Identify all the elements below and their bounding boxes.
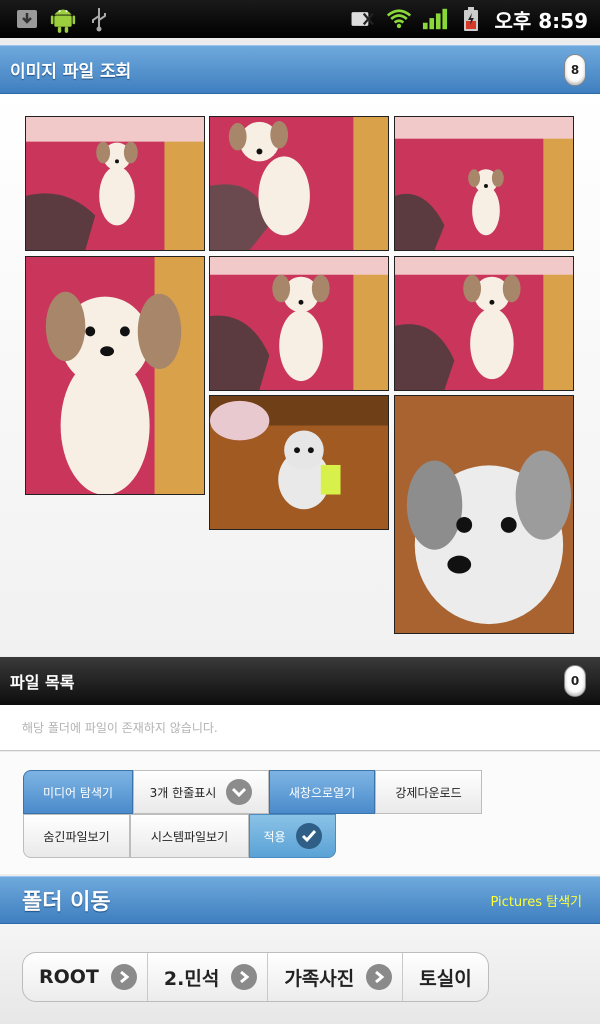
force-download-button[interactable]: 강제다운로드 [375, 770, 482, 814]
option-toolbar: 미디어 탐색기 3개 한줄표시 새창으로열기 강제다운로드 숨긴파일보기 시스템… [0, 752, 600, 874]
show-system-files-label: 시스템파일보기 [150, 829, 229, 844]
media-explorer-label: 미디어 탐색기 [42, 785, 114, 800]
image-thumbnail[interactable] [209, 116, 389, 251]
breadcrumb-item-tosiri[interactable]: 토실이 [403, 953, 487, 1001]
file-count-badge: 0 [564, 665, 586, 697]
apply-button[interactable]: 적용 [249, 814, 336, 858]
file-list-title: 파일 목록 [10, 673, 75, 692]
signal-icon [422, 6, 448, 32]
breadcrumb-label: ROOT [39, 966, 99, 988]
breadcrumb-label: 가족사진 [284, 967, 355, 990]
breadcrumb-label: 토실이 [419, 967, 472, 990]
apply-label: 적용 [263, 829, 286, 844]
open-new-window-button[interactable]: 새창으로열기 [269, 770, 375, 814]
image-thumbnail[interactable] [25, 116, 205, 251]
chevron-right-icon [366, 964, 393, 990]
show-hidden-files-label: 숨긴파일보기 [43, 829, 110, 844]
force-download-label: 강제다운로드 [395, 785, 462, 800]
download-icon [14, 6, 40, 32]
breadcrumb-item-root[interactable]: ROOT [23, 953, 148, 1001]
three-per-row-toggle[interactable]: 3개 한줄표시 [133, 770, 269, 814]
three-per-row-label: 3개 한줄표시 [149, 785, 217, 800]
usb-icon [86, 6, 112, 32]
chevron-right-icon [231, 964, 258, 990]
clock: 오후 8:59 [494, 8, 588, 33]
image-thumbnail[interactable] [394, 116, 574, 251]
image-thumbnail[interactable] [209, 395, 389, 530]
battery-icon [458, 6, 484, 32]
breadcrumb-item-minseok[interactable]: 2.민석 [148, 953, 269, 1001]
chevron-right-icon [110, 964, 137, 990]
open-new-window-label: 새창으로열기 [288, 785, 356, 800]
breadcrumb: ROOT 2.민석 가족사진 토실이 [22, 952, 489, 1002]
breadcrumb-area: ROOT 2.민석 가족사진 토실이 [0, 924, 600, 1024]
media-explorer-button[interactable]: 미디어 탐색기 [23, 770, 133, 814]
file-list-header: 파일 목록 0 [0, 657, 600, 705]
image-count-badge: 8 [564, 53, 586, 86]
folder-move-header: 폴더 이동 Pictures 탐색기 [0, 876, 600, 924]
sd-card-icon [350, 6, 376, 32]
image-section-header: 이미지 파일 조회 8 [0, 45, 600, 94]
android-icon [50, 6, 76, 33]
empty-folder-message: 해당 폴더에 파일이 존재하지 않습니다. [0, 705, 600, 751]
checkmark-icon [295, 823, 322, 849]
image-thumbnail[interactable] [394, 256, 574, 391]
image-thumbnail[interactable] [25, 256, 205, 495]
breadcrumb-item-family-photos[interactable]: 가족사진 [268, 953, 404, 1001]
chevron-down-icon [226, 779, 253, 805]
image-thumbnail[interactable] [209, 256, 389, 391]
breadcrumb-label: 2.민석 [163, 967, 220, 990]
show-hidden-files-button[interactable]: 숨긴파일보기 [23, 814, 130, 858]
status-bar: 오후 8:59 [0, 0, 600, 38]
show-system-files-button[interactable]: 시스템파일보기 [130, 814, 249, 858]
image-gallery [0, 94, 600, 656]
wifi-icon [386, 6, 412, 32]
folder-move-title: 폴더 이동 [22, 890, 111, 915]
image-section-title: 이미지 파일 조회 [10, 62, 132, 82]
pictures-explorer-link[interactable]: Pictures 탐색기 [491, 891, 583, 910]
image-thumbnail[interactable] [394, 395, 574, 634]
